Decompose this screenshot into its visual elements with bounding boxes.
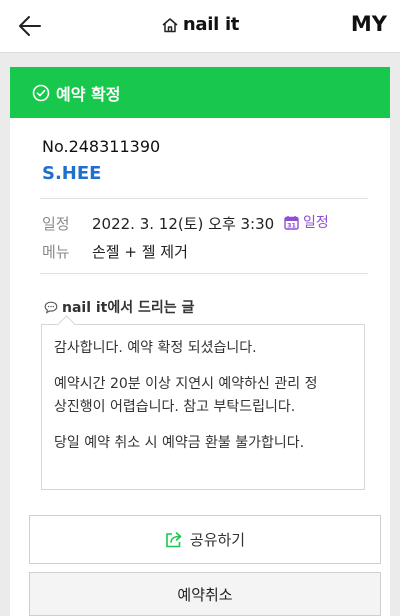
svg-text:31: 31 (287, 221, 297, 229)
message-title: nail it에서 드리는 글 (62, 300, 195, 316)
brand-logo[interactable]: nail it (0, 14, 400, 35)
shop-message-box: 감사합니다. 예약 확정 되셨습니다. 예약시간 20분 이상 지연시 예약하신… (41, 324, 365, 490)
menu-label: 메뉴 (42, 243, 70, 261)
calendar-icon: 31 (284, 215, 299, 230)
message-line: 예약시간 20분 이상 지연시 예약하신 관리 정 (54, 376, 318, 392)
divider (40, 273, 368, 274)
message-line: 상진행이 어렵습니다. 참고 부탁드립니다. (54, 399, 296, 415)
add-to-calendar-link[interactable]: 31 일정 (284, 212, 329, 232)
status-label: 예약 확정 (56, 84, 121, 104)
top-bar: nail it MY (0, 0, 400, 53)
calendar-link-label: 일정 (303, 215, 329, 231)
booking-number: No.248311390 (42, 137, 161, 156)
my-page-button[interactable]: MY (351, 12, 387, 36)
home-icon (162, 17, 178, 32)
check-circle-icon (32, 84, 50, 101)
menu-value: 손젤 + 젤 제거 (92, 243, 188, 261)
date-label: 일정 (42, 215, 70, 233)
share-icon (166, 532, 182, 548)
message-line: 감사합니다. 예약 확정 되셨습니다. (54, 340, 257, 356)
message-line: 당일 예약 취소 시 예약금 환불 불가합니다. (54, 435, 305, 451)
reservation-card: 예약 확정 No.248311390 S.HEE 일정 2022. 3. 12(… (10, 67, 390, 616)
cancel-reservation-button[interactable]: 예약취소 (29, 572, 381, 616)
status-banner: 예약 확정 (10, 67, 390, 118)
cancel-label: 예약취소 (177, 585, 233, 604)
brand-name: nail it (182, 14, 240, 35)
share-button[interactable]: 공유하기 (29, 515, 381, 564)
divider (40, 198, 368, 199)
share-label: 공유하기 (189, 531, 246, 549)
message-header: nail it에서 드리는 글 (44, 297, 194, 317)
date-value: 2022. 3. 12(토) 오후 3:30 (92, 215, 275, 233)
customer-name: S.HEE (42, 163, 102, 184)
speech-bubble-icon (44, 301, 58, 314)
